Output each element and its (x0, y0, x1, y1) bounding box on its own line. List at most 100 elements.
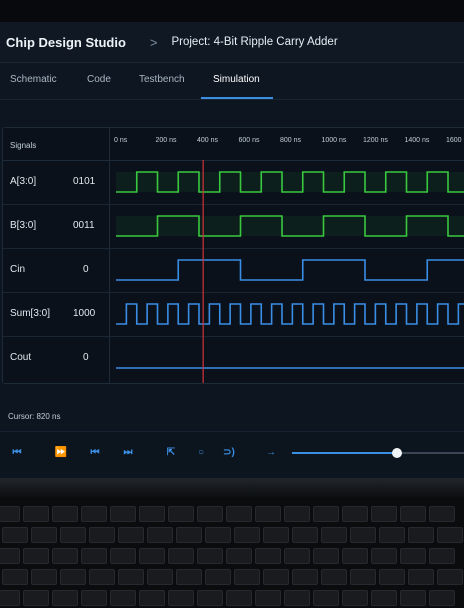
keyboard-key (255, 590, 281, 606)
playback-slider-knob[interactable] (391, 448, 402, 458)
keyboard-key (371, 548, 397, 564)
keyboard-key (2, 527, 28, 543)
keyboard-key (408, 569, 434, 585)
keyboard-key (110, 506, 136, 522)
keyboard-key (284, 506, 310, 522)
keyboard-key (197, 548, 223, 564)
keyboard-key (31, 569, 57, 585)
keyboard-key (0, 590, 20, 606)
keyboard-key (52, 548, 78, 564)
laptop-keyboard (0, 498, 464, 608)
keyboard-key (226, 548, 252, 564)
keyboard-key (342, 590, 368, 606)
keyboard-key (2, 569, 28, 585)
keyboard-key (52, 506, 78, 522)
keyboard-key (81, 590, 107, 606)
keyboard-key (429, 506, 455, 522)
keyboard-key (0, 548, 20, 564)
signal-trace[interactable] (116, 303, 464, 325)
keyboard-key (292, 569, 318, 585)
keyboard-key (234, 569, 260, 585)
keyboard-key (89, 527, 115, 543)
go-to-cursor-icon[interactable]: → (262, 443, 280, 461)
keyboard-key (408, 527, 434, 543)
app-screen: Chip Design Studio > Project: 4-Bit Ripp… (0, 22, 464, 478)
keyboard-key (197, 506, 223, 522)
keyboard-key (139, 548, 165, 564)
playback-slider[interactable] (292, 448, 464, 458)
keyboard-key (226, 506, 252, 522)
keyboard-key (437, 527, 463, 543)
keyboard-key (284, 548, 310, 564)
keyboard-key (89, 569, 115, 585)
keyboard-key (350, 569, 376, 585)
app-header: Chip Design Studio > Project: 4-Bit Ripp… (0, 22, 464, 63)
keyboard-key (176, 569, 202, 585)
keyboard-key (110, 548, 136, 564)
keyboard-key (255, 506, 281, 522)
keyboard-key (139, 506, 165, 522)
keyboard-key (81, 548, 107, 564)
skip-back-icon[interactable]: ⏮ (86, 443, 104, 461)
skip-forward-icon[interactable]: ⏭ (119, 443, 137, 461)
status-bar: Cursor: 820 ns (0, 404, 464, 430)
keyboard-key (139, 590, 165, 606)
keyboard-key (371, 506, 397, 522)
keyboard-key (263, 569, 289, 585)
keyboard-key (60, 569, 86, 585)
keyboard-key (205, 527, 231, 543)
waveform-viewer[interactable]: Signals 0 ns 200 ns 400 ns 600 ns 800 ns 1000… (2, 127, 464, 384)
keyboard-key (147, 569, 173, 585)
waveform-traces[interactable] (3, 128, 464, 383)
keyboard-key (197, 590, 223, 606)
keyboard-key (176, 527, 202, 543)
zoom-search-icon[interactable]: ○ (192, 443, 210, 461)
tab-schematic[interactable]: Schematic (10, 74, 57, 85)
keyboard-key (31, 527, 57, 543)
keyboard-key (168, 590, 194, 606)
simulation-toolbar: ⏮ ⏩ ⏮ ⏭ ⇱ ○ ⊃) → (0, 431, 464, 472)
keyboard-key (429, 590, 455, 606)
fast-forward-icon[interactable]: ⏩ (52, 443, 70, 461)
keyboard-key (400, 590, 426, 606)
keyboard-key (313, 590, 339, 606)
zoom-in-icon[interactable]: ⊃) (220, 443, 238, 461)
keyboard-key (234, 527, 260, 543)
keyboard-key (313, 506, 339, 522)
step-back-icon[interactable]: ⏮ (8, 443, 26, 461)
keyboard-key (23, 590, 49, 606)
signal-bus-band (116, 172, 464, 192)
project-breadcrumb[interactable]: Project: 4-Bit Ripple Carry Adder (171, 36, 337, 48)
playback-slider-fill (292, 452, 397, 454)
tab-testbench[interactable]: Testbench (139, 74, 185, 85)
keyboard-key (147, 527, 173, 543)
signal-trace[interactable] (116, 259, 464, 281)
keyboard-key (400, 506, 426, 522)
keyboard-key (0, 506, 20, 522)
keyboard-key (52, 590, 78, 606)
app-title: Chip Design Studio (6, 34, 126, 50)
keyboard-key (400, 548, 426, 564)
laptop-bezel (0, 0, 464, 22)
zoom-fit-icon[interactable]: ⇱ (162, 443, 180, 461)
tab-code[interactable]: Code (87, 74, 111, 85)
keyboard-key (23, 548, 49, 564)
keyboard-key (118, 527, 144, 543)
keyboard-key (226, 590, 252, 606)
breadcrumb-chevron-icon: > (149, 34, 158, 50)
cursor-time-readout: Cursor: 820 ns (8, 412, 61, 421)
keyboard-key (205, 569, 231, 585)
signal-bus-band (116, 216, 464, 236)
keyboard-key (255, 548, 281, 564)
keyboard-key (429, 548, 455, 564)
tab-simulation[interactable]: Simulation (213, 74, 260, 85)
keyboard-key (350, 527, 376, 543)
keyboard-key (321, 569, 347, 585)
keyboard-key (263, 527, 289, 543)
laptop-hinge (0, 478, 464, 498)
keyboard-key (437, 569, 463, 585)
keyboard-key (118, 569, 144, 585)
tab-bar: Schematic Code Testbench Simulation (0, 63, 464, 100)
keyboard-key (168, 506, 194, 522)
keyboard-key (23, 506, 49, 522)
